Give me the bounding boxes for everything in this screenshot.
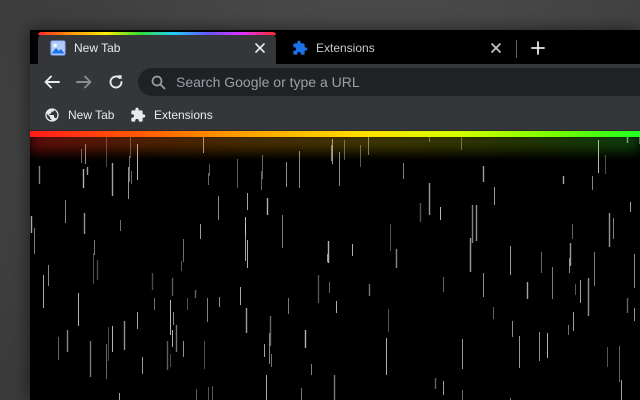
bookmark-extensions[interactable]: Extensions (130, 106, 213, 124)
tab-new-tab[interactable]: New Tab (38, 32, 276, 64)
bookmark-label: Extensions (154, 108, 213, 122)
plus-icon (531, 41, 545, 55)
forward-button[interactable] (72, 70, 96, 94)
tab-title: Extensions (316, 41, 375, 55)
back-button[interactable] (40, 70, 64, 94)
page-content (30, 131, 640, 400)
new-tab-button[interactable] (528, 38, 548, 58)
close-icon[interactable] (488, 40, 504, 56)
tab-divider (516, 40, 517, 58)
image-icon (50, 40, 66, 56)
puzzle-icon (292, 40, 308, 56)
bookmark-new-tab[interactable]: New Tab (44, 106, 114, 124)
omnibox[interactable]: Search Google or type a URL (138, 68, 640, 96)
tab-rainbow-accent (38, 32, 276, 35)
arrow-left-icon (43, 73, 61, 91)
tab-strip: New Tab Extensions (30, 30, 640, 64)
tab-title: New Tab (74, 41, 121, 55)
globe-icon (44, 107, 60, 123)
browser-window: New Tab Extensions Search Google or type… (30, 30, 640, 400)
reload-button[interactable] (104, 70, 128, 94)
puzzle-icon (130, 107, 146, 123)
rainbow-bar (30, 131, 640, 137)
arrow-right-icon (75, 73, 93, 91)
reload-icon (107, 73, 125, 91)
bookmarks-bar: New Tab Extensions (30, 100, 640, 131)
tab-extensions[interactable]: Extensions (280, 32, 512, 64)
rainbow-glow (30, 135, 640, 161)
search-icon (150, 74, 166, 90)
omnibox-placeholder: Search Google or type a URL (176, 74, 360, 90)
close-icon[interactable] (252, 40, 268, 56)
toolbar: Search Google or type a URL (30, 64, 640, 100)
bookmark-label: New Tab (68, 108, 115, 122)
rain-animation (30, 131, 640, 400)
